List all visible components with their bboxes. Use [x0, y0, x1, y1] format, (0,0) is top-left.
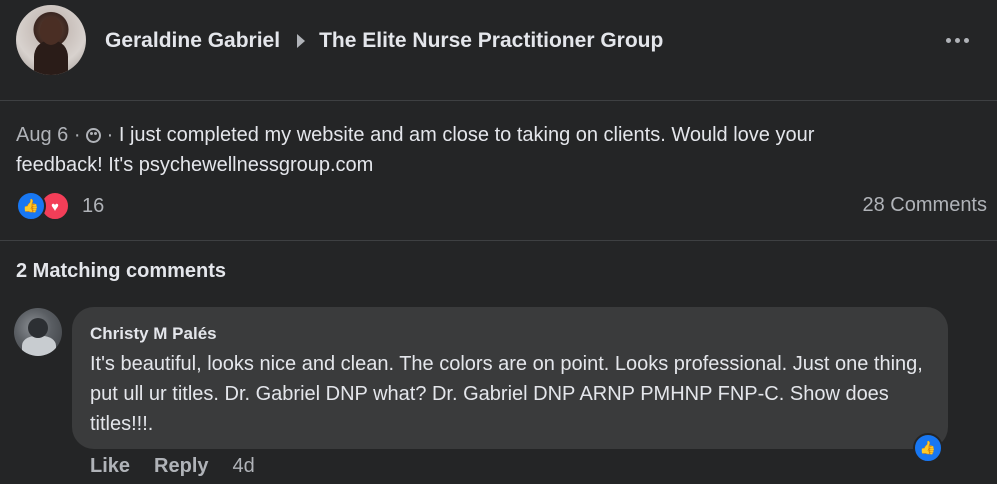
- author-name[interactable]: Geraldine Gabriel: [105, 29, 280, 53]
- reactions-summary[interactable]: 👍 ♥ 16: [16, 191, 104, 221]
- dot-icon: [963, 37, 969, 43]
- meta-separator: ·: [73, 124, 81, 146]
- post-header: Geraldine Gabriel The Elite Nurse Practi…: [0, 0, 997, 101]
- comment-like-button[interactable]: Like: [90, 455, 130, 478]
- avatar-figure-face: [28, 318, 48, 338]
- comment-reply-button[interactable]: Reply: [154, 455, 208, 478]
- post-body: Aug 6 · · I just completed my website an…: [16, 120, 956, 180]
- like-icon: 👍: [16, 191, 46, 221]
- group-name[interactable]: The Elite Nurse Practitioner Group: [319, 29, 663, 53]
- avatar-figure-body: [22, 336, 56, 356]
- post-author-line: Geraldine Gabriel The Elite Nurse Practi…: [105, 28, 663, 54]
- meta-separator: ·: [106, 124, 114, 146]
- post-date[interactable]: Aug 6: [16, 124, 68, 146]
- comments-count[interactable]: 28 Comments: [863, 194, 988, 217]
- commenter-avatar[interactable]: [14, 308, 62, 356]
- reaction-count[interactable]: 16: [82, 195, 104, 218]
- comment-time[interactable]: 4d: [233, 455, 255, 478]
- commenter-name[interactable]: Christy M Palés: [90, 323, 930, 345]
- avatar-figure-body: [34, 41, 68, 75]
- divider: [0, 240, 997, 241]
- comment-bubble: Christy M Palés It's beautiful, looks ni…: [72, 307, 948, 449]
- post-card: Geraldine Gabriel The Elite Nurse Practi…: [0, 0, 997, 484]
- post-text-line1: I just completed my website and am close…: [118, 124, 815, 146]
- more-options-icon[interactable]: [940, 28, 974, 52]
- comment-like-icon[interactable]: 👍: [913, 433, 943, 463]
- group-icon: [86, 128, 102, 143]
- dot-icon: [945, 37, 951, 43]
- author-avatar[interactable]: [16, 5, 86, 75]
- post-text-line2: feedback! It's psychewellnessgroup.com: [16, 154, 374, 176]
- avatar-figure-face: [40, 17, 62, 45]
- dot-icon: [954, 37, 960, 43]
- comment-actions: Like Reply 4d: [90, 452, 255, 480]
- matching-comments-title: 2 Matching comments: [16, 260, 227, 282]
- comment-text: It's beautiful, looks nice and clean. Th…: [90, 353, 923, 435]
- triangle-right-icon: [297, 34, 306, 48]
